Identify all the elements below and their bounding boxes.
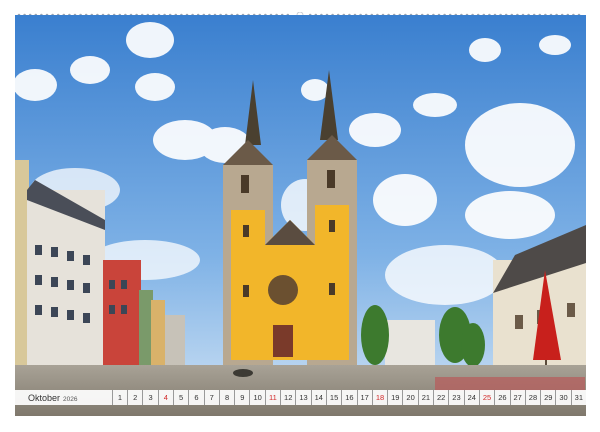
day-cell: 14 bbox=[310, 390, 326, 405]
day-number: 28 bbox=[528, 392, 538, 402]
day-cell: 25 bbox=[478, 390, 494, 405]
day-number: 26 bbox=[498, 392, 507, 402]
day-cell: 23 bbox=[448, 390, 463, 405]
day-cell: 6 bbox=[188, 390, 203, 405]
day-number: 2 bbox=[133, 392, 138, 402]
day-number: 12 bbox=[284, 392, 293, 402]
day-number: 30 bbox=[559, 392, 568, 402]
day-cell: 1 bbox=[111, 390, 127, 405]
day-cell: 7 bbox=[203, 390, 219, 405]
day-number: 29 bbox=[544, 392, 553, 402]
day-number: 20 bbox=[406, 392, 415, 402]
day-number: 4 bbox=[163, 392, 168, 402]
day-number: 13 bbox=[299, 392, 308, 402]
day-cell: 29 bbox=[540, 390, 555, 405]
day-cell: 31 bbox=[570, 390, 586, 405]
day-cell: 9 bbox=[234, 390, 249, 405]
day-cell: 24 bbox=[463, 390, 479, 405]
cafe-chairs bbox=[435, 377, 585, 391]
day-cell: 28 bbox=[524, 390, 540, 405]
day-cell: 21 bbox=[417, 390, 433, 405]
day-number: 14 bbox=[314, 392, 323, 402]
day-cell: 30 bbox=[555, 390, 570, 405]
month-name: Oktober bbox=[28, 392, 61, 403]
day-cell: 17 bbox=[356, 390, 372, 405]
day-number: 18 bbox=[375, 392, 385, 402]
day-number: 6 bbox=[194, 392, 199, 402]
day-number: 10 bbox=[253, 392, 262, 402]
day-cell: 16 bbox=[341, 390, 356, 405]
day-cell: 11 bbox=[264, 390, 280, 405]
day-cell: 20 bbox=[402, 390, 417, 405]
day-number: 24 bbox=[467, 392, 476, 402]
day-number: 27 bbox=[513, 392, 522, 402]
day-cell: 10 bbox=[249, 390, 264, 405]
church-photo-illustration bbox=[15, 15, 586, 416]
day-strip: 1 2 3 4 5 6 7 8 9 10 11 12 13 14 15 16 17 18 19 20 21 22 23 24 2… bbox=[111, 390, 586, 405]
month-calendar-bar: Oktober 2026 1 2 3 4 5 6 7 8 9 10 11 12 13 14 15 16 17 18 1… bbox=[15, 390, 586, 405]
day-cell: 15 bbox=[325, 390, 341, 405]
day-number: 22 bbox=[437, 392, 446, 402]
day-number: 15 bbox=[329, 392, 339, 402]
day-number: 11 bbox=[269, 392, 277, 402]
day-cell: 26 bbox=[494, 390, 509, 405]
day-number: 8 bbox=[224, 392, 230, 402]
day-number: 5 bbox=[179, 392, 184, 402]
day-cell: 5 bbox=[172, 390, 188, 405]
calendar-photo bbox=[15, 15, 586, 416]
day-number: 23 bbox=[452, 392, 461, 402]
calendar-page: Oktober 2026 1 2 3 4 5 6 7 8 9 10 11 12 13 14 15 16 17 18 1… bbox=[0, 0, 600, 432]
day-number: 1 bbox=[117, 392, 123, 402]
day-number: 7 bbox=[209, 392, 214, 402]
month-label: Oktober 2026 bbox=[15, 393, 112, 403]
day-number: 9 bbox=[240, 392, 245, 402]
day-number: 19 bbox=[391, 392, 400, 402]
day-cell: 27 bbox=[509, 390, 525, 405]
day-cell: 12 bbox=[280, 390, 295, 405]
day-cell: 19 bbox=[387, 390, 402, 405]
day-number: 16 bbox=[345, 392, 354, 402]
day-cell: 13 bbox=[295, 390, 310, 405]
day-cell: 22 bbox=[433, 390, 448, 405]
day-number: 17 bbox=[360, 392, 369, 402]
day-cell: 3 bbox=[142, 390, 157, 405]
year-label: 2026 bbox=[63, 395, 78, 403]
day-cell: 2 bbox=[127, 390, 142, 405]
day-number: 31 bbox=[574, 392, 584, 402]
day-cell: 8 bbox=[218, 390, 234, 405]
day-number: 25 bbox=[482, 392, 492, 402]
day-number: 3 bbox=[148, 392, 153, 402]
day-number: 21 bbox=[421, 392, 431, 402]
day-cell: 18 bbox=[371, 390, 387, 405]
day-cell: 4 bbox=[157, 390, 173, 405]
